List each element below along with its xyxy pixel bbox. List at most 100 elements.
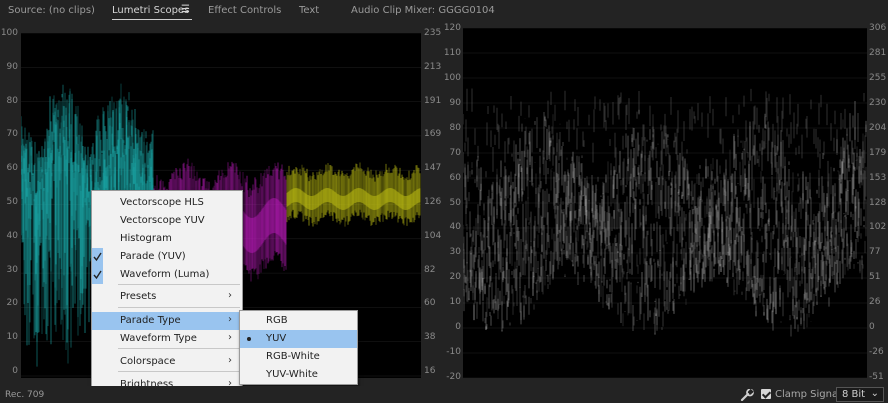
menu-item-parade-type[interactable]: Parade Type › — [92, 312, 242, 330]
axis-tick-label: 120 — [443, 23, 461, 33]
axis-tick-label: 100 — [443, 72, 461, 83]
chevron-right-icon: › — [228, 290, 232, 301]
axis-tick-label: 90 — [449, 97, 461, 108]
axis-tick-label: 104 — [424, 230, 442, 241]
axis-tick-label: 230 — [869, 97, 887, 108]
menu-item-parade-yuv[interactable]: Parade (YUV) — [92, 248, 242, 266]
axis-tick-label: 90 — [6, 61, 18, 72]
axis-tick-label: 102 — [869, 222, 887, 233]
menu-item-waveform-type[interactable]: Waveform Type › — [92, 330, 242, 348]
axis-tick-label: 179 — [869, 147, 887, 158]
axis-tick-label: 16 — [424, 366, 436, 376]
chevron-right-icon: › — [228, 332, 232, 343]
axis-tick-label: 0 — [869, 322, 875, 333]
submenu-item-label: RGB — [266, 315, 288, 326]
menu-item-label: Waveform (Luma) — [120, 269, 210, 280]
axis-tick-label: 38 — [424, 332, 436, 343]
menu-item-colorspace[interactable]: Colorspace › — [92, 353, 242, 371]
colorspace-status: Rec. 709 — [5, 390, 45, 400]
menu-item-label: Waveform Type — [120, 333, 197, 344]
submenu-item-label: YUV-White — [266, 369, 318, 380]
menu-item-vectorscope-yuv[interactable]: Vectorscope YUV — [92, 212, 242, 230]
axis-tick-label: 26 — [869, 297, 881, 308]
submenu-item-label: YUV — [266, 333, 287, 344]
axis-tick-label: 30 — [449, 247, 461, 258]
axis-tick-label: 30 — [6, 264, 18, 275]
axis-tick-label: 70 — [6, 129, 18, 140]
submenu-item-yuv-white[interactable]: YUV-White — [240, 366, 357, 384]
menu-item-label: Colorspace — [120, 356, 176, 367]
axis-tick-label: -20 — [446, 372, 461, 382]
axis-tick-label: 10 — [6, 332, 18, 343]
menu-item-label: Vectorscope YUV — [120, 215, 205, 226]
tab-text[interactable]: Text — [299, 5, 319, 16]
axis-tick-label: 100 — [0, 28, 18, 38]
panel-menu-icon[interactable]: ☰ — [181, 4, 190, 15]
menu-separator — [118, 348, 240, 349]
menu-item-label: Parade Type — [120, 315, 181, 326]
radio-dot-icon — [247, 337, 251, 341]
axis-tick-label: 40 — [449, 222, 461, 233]
axis-tick-label: -51 — [869, 372, 884, 382]
menu-item-label: Vectorscope HLS — [120, 197, 204, 208]
axis-tick-label: 77 — [869, 247, 881, 258]
axis-tick-label: 255 — [869, 72, 887, 83]
scope-context-menu: Vectorscope HLS Vectorscope YUV Histogram P… — [91, 190, 243, 396]
axis-tick-label: 281 — [869, 47, 887, 58]
axis-tick-label: 204 — [869, 122, 887, 133]
menu-separator — [118, 307, 240, 308]
menu-item-vectorscope-hls[interactable]: Vectorscope HLS — [92, 194, 242, 212]
menu-item-label: Histogram — [120, 233, 172, 244]
axis-tick-label: 70 — [449, 147, 461, 158]
menu-separator — [118, 284, 240, 285]
axis-tick-label: 0 — [455, 322, 461, 333]
clamp-signal-checkbox[interactable] — [761, 389, 771, 399]
submenu-item-label: RGB-White — [266, 351, 320, 362]
luma-waveform-scope[interactable] — [463, 28, 867, 378]
menu-item-label: Presets — [120, 291, 157, 302]
wrench-icon[interactable] — [740, 389, 754, 401]
axis-tick-label: -10 — [446, 347, 461, 358]
checkmark-icon — [92, 266, 103, 284]
tab-source[interactable]: Source: (no clips) — [8, 5, 95, 16]
axis-tick-label: 153 — [869, 172, 887, 183]
active-tab-underline — [112, 19, 192, 20]
submenu-item-yuv[interactable]: YUV — [240, 330, 357, 348]
chevron-right-icon: › — [228, 355, 232, 366]
chevron-right-icon: › — [228, 314, 232, 325]
chevron-down-icon: ⌄ — [870, 388, 879, 399]
axis-tick-label: 80 — [449, 122, 461, 133]
axis-tick-label: 213 — [424, 61, 442, 72]
axis-tick-label: 60 — [449, 172, 461, 183]
scope-bottom-bar — [0, 386, 888, 403]
clamp-signal-label: Clamp Signal — [775, 389, 841, 400]
parade-type-submenu: RGB YUV RGB-White YUV-White — [239, 310, 358, 385]
menu-item-presets[interactable]: Presets › — [92, 288, 242, 306]
axis-tick-label: 51 — [869, 272, 881, 283]
bit-depth-dropdown[interactable]: 8 Bit ⌄ — [836, 387, 884, 402]
menu-item-histogram[interactable]: Histogram — [92, 230, 242, 248]
menu-item-waveform-luma[interactable]: Waveform (Luma) — [92, 266, 242, 284]
menu-separator — [118, 371, 240, 372]
tab-lumetri-scopes[interactable]: Lumetri Scopes — [112, 5, 189, 16]
axis-tick-label: 80 — [6, 95, 18, 106]
axis-tick-label: 0 — [12, 366, 18, 376]
checkmark-icon — [92, 248, 103, 266]
bit-depth-value: 8 Bit — [842, 389, 866, 400]
axis-tick-label: 191 — [424, 95, 442, 106]
axis-tick-label: 50 — [449, 197, 461, 208]
axis-tick-label: 169 — [424, 129, 442, 140]
axis-tick-label: 306 — [869, 23, 887, 33]
axis-tick-label: 147 — [424, 163, 442, 174]
panel-tab-bar: Source: (no clips) Lumetri Scopes ☰ Effe… — [0, 0, 888, 22]
tab-audio-clip-mixer[interactable]: Audio Clip Mixer: GGGG0104 — [351, 5, 495, 16]
tab-effect-controls[interactable]: Effect Controls — [208, 5, 281, 16]
axis-tick-label: 235 — [424, 28, 442, 38]
submenu-item-rgb[interactable]: RGB — [240, 312, 357, 330]
axis-tick-label: 10 — [449, 297, 461, 308]
submenu-item-rgb-white[interactable]: RGB-White — [240, 348, 357, 366]
axis-tick-label: 60 — [6, 163, 18, 174]
axis-tick-label: -26 — [869, 347, 884, 358]
axis-tick-label: 110 — [443, 47, 461, 58]
axis-tick-label: 128 — [869, 197, 887, 208]
